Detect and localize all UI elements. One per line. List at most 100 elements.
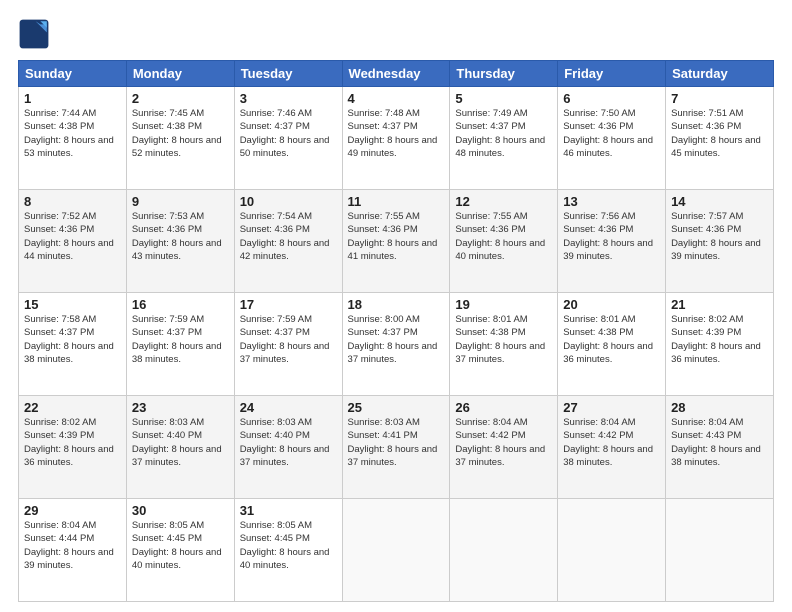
day-number: 2 xyxy=(132,91,229,106)
day-number: 25 xyxy=(348,400,445,415)
day-cell: 9 Sunrise: 7:53 AMSunset: 4:36 PMDayligh… xyxy=(126,190,234,293)
day-info: Sunrise: 8:04 AMSunset: 4:42 PMDaylight:… xyxy=(563,416,660,469)
page: SundayMondayTuesdayWednesdayThursdayFrid… xyxy=(0,0,792,612)
day-number: 27 xyxy=(563,400,660,415)
day-info: Sunrise: 8:03 AMSunset: 4:41 PMDaylight:… xyxy=(348,416,445,469)
day-info: Sunrise: 7:48 AMSunset: 4:37 PMDaylight:… xyxy=(348,107,445,160)
week-row-3: 15 Sunrise: 7:58 AMSunset: 4:37 PMDaylig… xyxy=(19,293,774,396)
day-cell: 6 Sunrise: 7:50 AMSunset: 4:36 PMDayligh… xyxy=(558,87,666,190)
day-number: 13 xyxy=(563,194,660,209)
day-number: 10 xyxy=(240,194,337,209)
day-cell: 22 Sunrise: 8:02 AMSunset: 4:39 PMDaylig… xyxy=(19,396,127,499)
day-number: 31 xyxy=(240,503,337,518)
day-info: Sunrise: 7:59 AMSunset: 4:37 PMDaylight:… xyxy=(240,313,337,366)
day-info: Sunrise: 7:58 AMSunset: 4:37 PMDaylight:… xyxy=(24,313,121,366)
day-info: Sunrise: 7:46 AMSunset: 4:37 PMDaylight:… xyxy=(240,107,337,160)
week-row-2: 8 Sunrise: 7:52 AMSunset: 4:36 PMDayligh… xyxy=(19,190,774,293)
day-number: 29 xyxy=(24,503,121,518)
day-info: Sunrise: 7:45 AMSunset: 4:38 PMDaylight:… xyxy=(132,107,229,160)
day-cell: 28 Sunrise: 8:04 AMSunset: 4:43 PMDaylig… xyxy=(666,396,774,499)
day-info: Sunrise: 8:04 AMSunset: 4:43 PMDaylight:… xyxy=(671,416,768,469)
header-day-sunday: Sunday xyxy=(19,61,127,87)
day-number: 28 xyxy=(671,400,768,415)
day-number: 6 xyxy=(563,91,660,106)
day-cell: 20 Sunrise: 8:01 AMSunset: 4:38 PMDaylig… xyxy=(558,293,666,396)
header-row: SundayMondayTuesdayWednesdayThursdayFrid… xyxy=(19,61,774,87)
header xyxy=(18,18,774,50)
day-cell: 14 Sunrise: 7:57 AMSunset: 4:36 PMDaylig… xyxy=(666,190,774,293)
header-day-thursday: Thursday xyxy=(450,61,558,87)
day-number: 5 xyxy=(455,91,552,106)
week-row-5: 29 Sunrise: 8:04 AMSunset: 4:44 PMDaylig… xyxy=(19,499,774,602)
day-number: 3 xyxy=(240,91,337,106)
day-info: Sunrise: 7:49 AMSunset: 4:37 PMDaylight:… xyxy=(455,107,552,160)
day-number: 24 xyxy=(240,400,337,415)
day-number: 4 xyxy=(348,91,445,106)
day-cell: 27 Sunrise: 8:04 AMSunset: 4:42 PMDaylig… xyxy=(558,396,666,499)
day-number: 30 xyxy=(132,503,229,518)
day-info: Sunrise: 7:51 AMSunset: 4:36 PMDaylight:… xyxy=(671,107,768,160)
day-info: Sunrise: 7:44 AMSunset: 4:38 PMDaylight:… xyxy=(24,107,121,160)
day-cell: 25 Sunrise: 8:03 AMSunset: 4:41 PMDaylig… xyxy=(342,396,450,499)
day-info: Sunrise: 8:02 AMSunset: 4:39 PMDaylight:… xyxy=(671,313,768,366)
day-number: 1 xyxy=(24,91,121,106)
day-number: 20 xyxy=(563,297,660,312)
day-info: Sunrise: 7:55 AMSunset: 4:36 PMDaylight:… xyxy=(348,210,445,263)
day-info: Sunrise: 8:01 AMSunset: 4:38 PMDaylight:… xyxy=(455,313,552,366)
header-day-tuesday: Tuesday xyxy=(234,61,342,87)
day-cell: 17 Sunrise: 7:59 AMSunset: 4:37 PMDaylig… xyxy=(234,293,342,396)
day-number: 14 xyxy=(671,194,768,209)
day-number: 26 xyxy=(455,400,552,415)
day-cell: 8 Sunrise: 7:52 AMSunset: 4:36 PMDayligh… xyxy=(19,190,127,293)
day-cell: 10 Sunrise: 7:54 AMSunset: 4:36 PMDaylig… xyxy=(234,190,342,293)
day-info: Sunrise: 7:59 AMSunset: 4:37 PMDaylight:… xyxy=(132,313,229,366)
day-info: Sunrise: 7:53 AMSunset: 4:36 PMDaylight:… xyxy=(132,210,229,263)
day-info: Sunrise: 8:05 AMSunset: 4:45 PMDaylight:… xyxy=(240,519,337,572)
header-day-monday: Monday xyxy=(126,61,234,87)
calendar-header: SundayMondayTuesdayWednesdayThursdayFrid… xyxy=(19,61,774,87)
header-day-wednesday: Wednesday xyxy=(342,61,450,87)
day-number: 11 xyxy=(348,194,445,209)
day-info: Sunrise: 7:54 AMSunset: 4:36 PMDaylight:… xyxy=(240,210,337,263)
day-cell: 2 Sunrise: 7:45 AMSunset: 4:38 PMDayligh… xyxy=(126,87,234,190)
day-info: Sunrise: 8:00 AMSunset: 4:37 PMDaylight:… xyxy=(348,313,445,366)
day-info: Sunrise: 7:56 AMSunset: 4:36 PMDaylight:… xyxy=(563,210,660,263)
logo-icon xyxy=(18,18,50,50)
day-number: 23 xyxy=(132,400,229,415)
day-number: 22 xyxy=(24,400,121,415)
day-cell: 13 Sunrise: 7:56 AMSunset: 4:36 PMDaylig… xyxy=(558,190,666,293)
day-info: Sunrise: 8:03 AMSunset: 4:40 PMDaylight:… xyxy=(132,416,229,469)
calendar-body: 1 Sunrise: 7:44 AMSunset: 4:38 PMDayligh… xyxy=(19,87,774,602)
header-day-friday: Friday xyxy=(558,61,666,87)
day-info: Sunrise: 7:55 AMSunset: 4:36 PMDaylight:… xyxy=(455,210,552,263)
day-cell xyxy=(450,499,558,602)
day-cell: 23 Sunrise: 8:03 AMSunset: 4:40 PMDaylig… xyxy=(126,396,234,499)
day-cell xyxy=(342,499,450,602)
day-number: 19 xyxy=(455,297,552,312)
day-number: 12 xyxy=(455,194,552,209)
day-number: 18 xyxy=(348,297,445,312)
day-cell xyxy=(666,499,774,602)
header-day-saturday: Saturday xyxy=(666,61,774,87)
day-number: 9 xyxy=(132,194,229,209)
day-info: Sunrise: 7:50 AMSunset: 4:36 PMDaylight:… xyxy=(563,107,660,160)
day-cell: 24 Sunrise: 8:03 AMSunset: 4:40 PMDaylig… xyxy=(234,396,342,499)
day-cell: 3 Sunrise: 7:46 AMSunset: 4:37 PMDayligh… xyxy=(234,87,342,190)
day-info: Sunrise: 8:02 AMSunset: 4:39 PMDaylight:… xyxy=(24,416,121,469)
day-cell: 19 Sunrise: 8:01 AMSunset: 4:38 PMDaylig… xyxy=(450,293,558,396)
day-cell: 11 Sunrise: 7:55 AMSunset: 4:36 PMDaylig… xyxy=(342,190,450,293)
day-info: Sunrise: 7:57 AMSunset: 4:36 PMDaylight:… xyxy=(671,210,768,263)
day-number: 8 xyxy=(24,194,121,209)
day-cell: 26 Sunrise: 8:04 AMSunset: 4:42 PMDaylig… xyxy=(450,396,558,499)
day-cell: 18 Sunrise: 8:00 AMSunset: 4:37 PMDaylig… xyxy=(342,293,450,396)
week-row-1: 1 Sunrise: 7:44 AMSunset: 4:38 PMDayligh… xyxy=(19,87,774,190)
day-number: 15 xyxy=(24,297,121,312)
day-number: 21 xyxy=(671,297,768,312)
day-info: Sunrise: 8:03 AMSunset: 4:40 PMDaylight:… xyxy=(240,416,337,469)
day-info: Sunrise: 8:04 AMSunset: 4:44 PMDaylight:… xyxy=(24,519,121,572)
day-cell: 30 Sunrise: 8:05 AMSunset: 4:45 PMDaylig… xyxy=(126,499,234,602)
week-row-4: 22 Sunrise: 8:02 AMSunset: 4:39 PMDaylig… xyxy=(19,396,774,499)
day-cell: 5 Sunrise: 7:49 AMSunset: 4:37 PMDayligh… xyxy=(450,87,558,190)
calendar-table: SundayMondayTuesdayWednesdayThursdayFrid… xyxy=(18,60,774,602)
day-cell: 16 Sunrise: 7:59 AMSunset: 4:37 PMDaylig… xyxy=(126,293,234,396)
